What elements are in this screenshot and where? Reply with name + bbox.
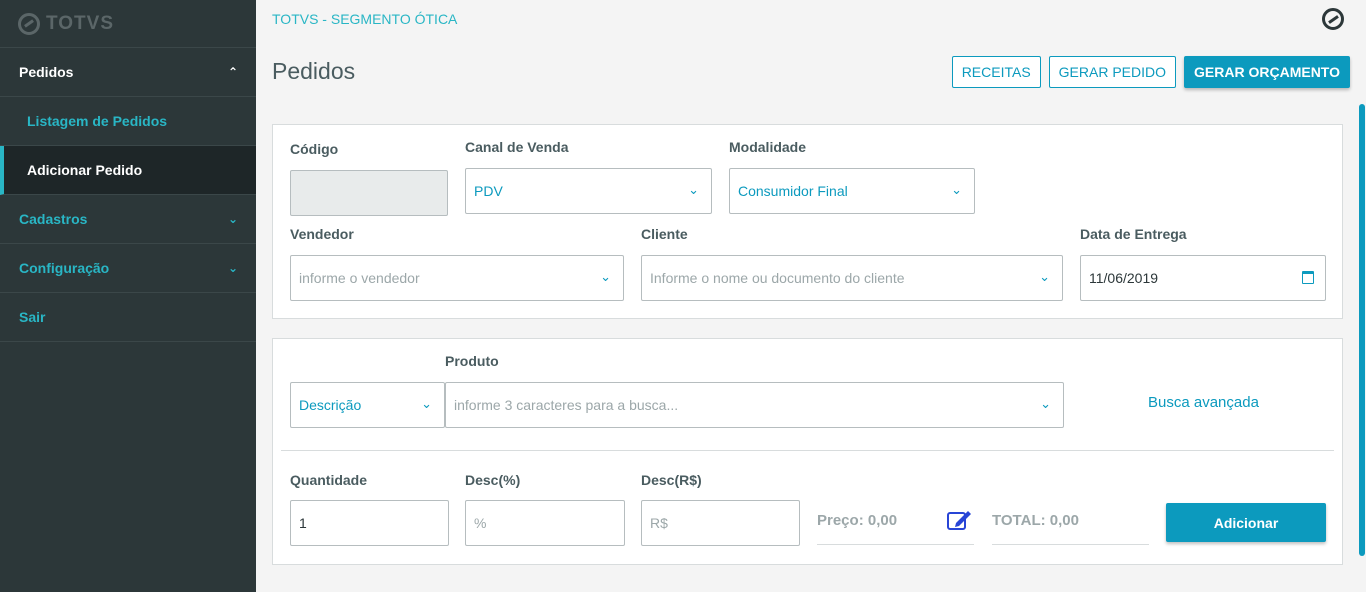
gerar-orcamento-button[interactable]: GERAR ORÇAMENTO	[1184, 56, 1350, 88]
cliente-placeholder: Informe o nome ou documento do cliente	[650, 270, 905, 286]
sidebar-item-listagem-pedidos[interactable]: Listagem de Pedidos	[0, 97, 256, 146]
chevron-down-icon: ⌄	[1040, 396, 1051, 411]
sidebar-item-configuracao[interactable]: Configuração ⌄	[0, 244, 256, 293]
chevron-down-icon: ⌄	[688, 182, 699, 197]
chevron-down-icon: ⌄	[1039, 269, 1050, 284]
sidebar-item-adicionar-pedido[interactable]: Adicionar Pedido	[0, 146, 256, 195]
totvs-logo-icon	[18, 12, 40, 35]
sidebar-item-label: Configuração	[19, 260, 110, 276]
total-underline	[992, 544, 1149, 545]
desc-pct-placeholder: %	[474, 515, 487, 531]
order-header-card: Código Canal de Venda PDV ⌄ Modalidade C…	[272, 124, 1343, 319]
logo-text: TOTVS	[46, 12, 114, 34]
total-text: TOTAL: 0,00	[992, 512, 1079, 529]
produto-placeholder: informe 3 caracteres para a busca...	[454, 397, 679, 413]
chevron-down-icon: ⌄	[421, 396, 432, 411]
desc-pct-input[interactable]: %	[465, 500, 625, 546]
produto-label: Produto	[445, 353, 499, 369]
desc-val-input[interactable]: R$	[641, 500, 800, 546]
quantidade-value: 1	[299, 515, 307, 531]
quantidade-label: Quantidade	[290, 472, 368, 488]
produto-tipo-select[interactable]: Descrição ⌄	[290, 382, 445, 428]
product-card: Produto Descrição ⌄ informe 3 caracteres…	[272, 338, 1343, 565]
cliente-label: Cliente	[641, 226, 688, 242]
modalidade-select[interactable]: Consumidor Final ⌄	[729, 168, 975, 214]
desc-val-placeholder: R$	[650, 515, 668, 531]
edit-icon[interactable]	[947, 509, 973, 531]
totvs-logo[interactable]: TOTVS	[0, 0, 256, 48]
entrega-value: 11/06/2019	[1089, 270, 1159, 286]
chevron-up-icon: ⌃	[227, 65, 238, 79]
codigo-label: Código	[290, 141, 339, 157]
sidebar-item-label: Cadastros	[19, 211, 88, 227]
modalidade-label: Modalidade	[729, 139, 807, 155]
receitas-button[interactable]: RECEITAS	[951, 56, 1041, 88]
sidebar-item-label: Pedidos	[19, 64, 74, 80]
scrollbar[interactable]	[1359, 104, 1365, 556]
chevron-down-icon: ⌄	[600, 269, 611, 284]
entrega-label: Data de Entrega	[1080, 226, 1187, 242]
adicionar-button[interactable]: Adicionar	[1166, 503, 1326, 542]
quantidade-input[interactable]: 1	[290, 500, 449, 546]
entrega-date-field[interactable]: 11/06/2019	[1080, 255, 1326, 301]
preco-text: Preço: 0,00	[817, 512, 898, 529]
sidebar-item-cadastros[interactable]: Cadastros ⌄	[0, 195, 256, 244]
canal-label: Canal de Venda	[465, 139, 569, 155]
sidebar: TOTVS Pedidos ⌃ Listagem de Pedidos Adic…	[0, 0, 256, 592]
totvs-icon[interactable]	[1322, 8, 1344, 30]
desc-pct-label: Desc(%)	[465, 472, 521, 488]
preco-underline	[817, 544, 974, 545]
chevron-down-icon: ⌄	[227, 212, 238, 226]
main-content: TOTVS - SEGMENTO ÓTICA Pedidos RECEITAS …	[256, 0, 1366, 592]
canal-value: PDV	[474, 183, 503, 199]
page-title: Pedidos	[272, 58, 356, 84]
produto-tipo-value: Descrição	[299, 397, 362, 413]
vendedor-placeholder: informe o vendedor	[299, 270, 420, 286]
chevron-down-icon: ⌄	[951, 182, 962, 197]
gerar-pedido-button[interactable]: GERAR PEDIDO	[1048, 56, 1177, 88]
sidebar-item-label: Adicionar Pedido	[27, 162, 143, 178]
sidebar-item-label: Listagem de Pedidos	[27, 113, 168, 129]
breadcrumb[interactable]: TOTVS - SEGMENTO ÓTICA	[272, 11, 457, 27]
cliente-select[interactable]: Informe o nome ou documento do cliente ⌄	[641, 255, 1063, 301]
chevron-down-icon: ⌄	[227, 261, 238, 275]
sidebar-item-pedidos[interactable]: Pedidos ⌃	[0, 48, 256, 97]
modalidade-value: Consumidor Final	[738, 183, 848, 199]
produto-search-select[interactable]: informe 3 caracteres para a busca... ⌄	[445, 382, 1064, 428]
desc-val-label: Desc(R$)	[641, 472, 702, 488]
vendedor-select[interactable]: informe o vendedor ⌄	[290, 255, 624, 301]
vendedor-label: Vendedor	[290, 226, 354, 242]
canal-select[interactable]: PDV ⌄	[465, 168, 712, 214]
sidebar-item-sair[interactable]: Sair	[0, 293, 256, 342]
divider	[281, 450, 1334, 451]
busca-avancada-link[interactable]: Busca avançada	[1148, 394, 1259, 411]
header-actions: RECEITAS GERAR PEDIDO GERAR ORÇAMENTO	[951, 56, 1350, 88]
calendar-icon[interactable]	[1302, 271, 1314, 284]
sidebar-item-label: Sair	[19, 309, 46, 325]
codigo-field	[290, 170, 448, 216]
